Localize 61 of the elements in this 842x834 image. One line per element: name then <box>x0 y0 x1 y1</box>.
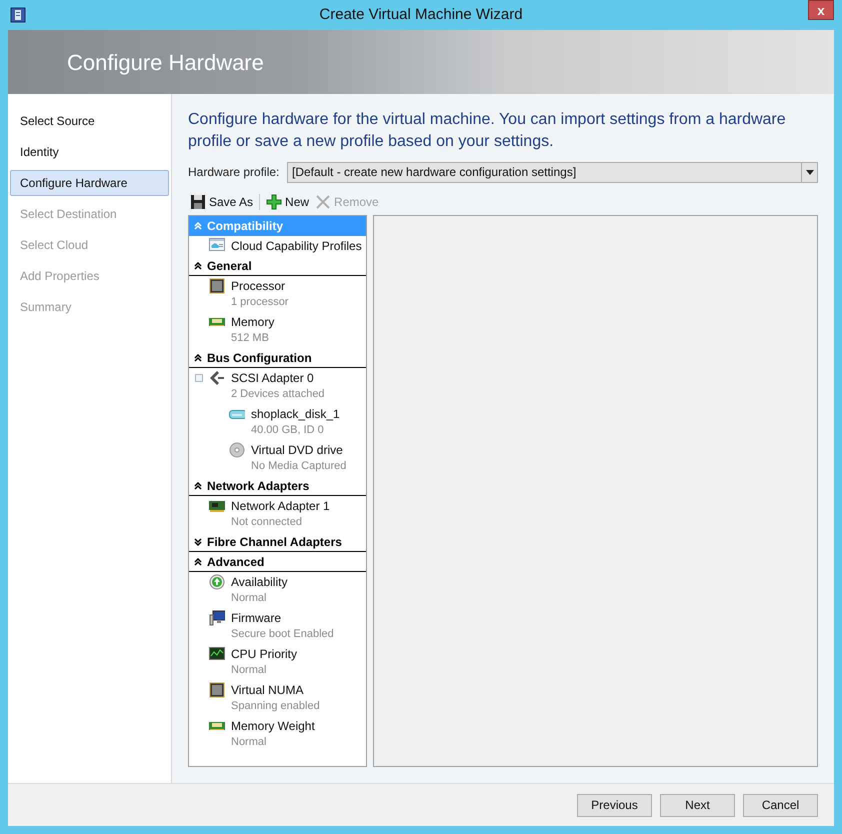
cross-icon <box>315 194 332 210</box>
hardware-item-detail: Spanning enabled <box>231 699 320 714</box>
hardware-item-detail: Normal <box>231 591 268 606</box>
field-label: Hardware profile: <box>188 164 280 181</box>
wizard-step[interactable]: Select Source <box>10 108 169 134</box>
hardware-item[interactable]: Availability <box>231 574 288 590</box>
new-button[interactable]: New <box>266 193 310 211</box>
collapse-chevron-icon <box>194 354 202 362</box>
monitor-icon <box>209 610 225 626</box>
window-title: Create Virtual Machine Wizard <box>319 6 523 23</box>
close-button[interactable]: x <box>808 0 834 20</box>
hardware-item[interactable]: Virtual NUMA <box>231 682 320 698</box>
hardware-item[interactable]: Cloud Capability Profiles <box>231 238 362 254</box>
plus-icon <box>266 194 282 210</box>
hardware-item[interactable]: shoplack_disk_1 <box>251 406 340 422</box>
hardware-item-detail: Secure boot Enabled <box>231 627 334 642</box>
wizard-step[interactable]: Identity <box>10 139 169 165</box>
hardware-item[interactable]: CPU Priority <box>231 646 298 662</box>
section-header[interactable]: General <box>189 256 366 276</box>
instructions-text: Configure hardware for the virtual machine. You can import settings from a hardware profile or save a new profile based on your settings. <box>188 110 787 152</box>
hardware-item-detail: 512 MB <box>231 331 270 346</box>
hardware-item-detail: 1 processor <box>231 295 288 310</box>
wizard-button[interactable]: Cancel <box>743 794 818 816</box>
section-header[interactable]: Network Adapters <box>189 476 366 496</box>
cloud-window-icon <box>209 238 225 254</box>
hardware-item[interactable]: Virtual DVD drive <box>251 442 346 458</box>
collapse-chevron-icon <box>194 262 202 270</box>
hardware-profile-dropdown[interactable]: [Default - create new hardware configuration settings] <box>287 162 818 182</box>
chip-icon <box>209 278 225 294</box>
hardware-item[interactable]: Processor <box>231 278 288 294</box>
hardware-item[interactable]: Memory <box>231 314 274 330</box>
section-header[interactable]: Fibre Channel Adapters <box>189 532 366 552</box>
window-icon[interactable] <box>10 7 26 23</box>
network-card-icon <box>209 498 225 514</box>
hardware-item-detail: 2 Devices attached <box>231 387 325 402</box>
expand-chevron-icon <box>194 538 202 546</box>
hardware-item[interactable]: Firmware <box>231 610 334 626</box>
chart-screen-icon <box>209 646 225 662</box>
disc-icon <box>229 442 245 458</box>
hardware-item-detail: Not connected <box>231 515 303 530</box>
hardware-item-detail: No Media Captured <box>251 459 346 474</box>
hardware-item-detail: 40.00 GB, ID 0 <box>251 423 325 438</box>
hardware-item[interactable]: SCSI Adapter 0 <box>231 370 325 386</box>
section-header[interactable]: Bus Configuration <box>189 348 366 368</box>
collapse-chevron-icon <box>194 558 202 566</box>
page-heading: Configure Hardware <box>67 48 264 77</box>
hardware-item[interactable]: Network Adapter 1 <box>231 498 330 514</box>
chip-icon <box>209 682 225 698</box>
wizard-button[interactable]: Next <box>660 794 735 816</box>
wizard-step[interactable]: Configure Hardware <box>10 170 169 196</box>
up-arrow-circle-icon <box>209 574 225 590</box>
save-button[interactable]: Save As <box>190 193 254 211</box>
collapse-chevron-icon <box>194 222 202 230</box>
section-header[interactable]: Advanced <box>189 552 366 572</box>
hardware-item-detail: Normal <box>231 735 268 750</box>
hardware-item[interactable]: Memory Weight <box>231 718 315 734</box>
connector-icon <box>209 370 225 386</box>
wizard-button[interactable]: Previous <box>577 794 652 816</box>
hardware-item-detail: Normal <box>231 663 268 678</box>
dropdown-arrow-icon <box>806 170 814 174</box>
collapse-chevron-icon <box>194 482 202 490</box>
